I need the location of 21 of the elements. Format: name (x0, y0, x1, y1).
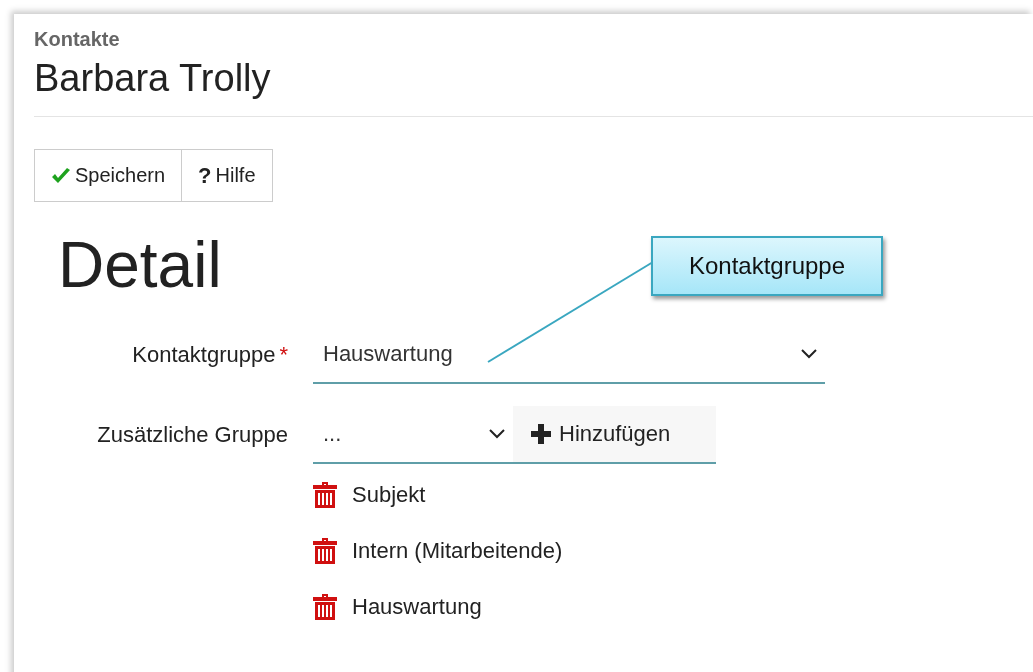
field-label: Kontaktgruppe (132, 342, 276, 368)
trash-icon[interactable] (313, 482, 337, 508)
chevron-down-icon (489, 429, 505, 439)
select-field[interactable]: Hauswartung (313, 326, 825, 384)
chevron-down-icon (801, 349, 817, 359)
section-heading: Detail (58, 228, 222, 302)
required-icon: * (279, 342, 288, 368)
group-name: Hauswartung (352, 594, 482, 620)
group-name: Subjekt (352, 482, 426, 508)
plus-icon (531, 424, 551, 444)
add-button[interactable]: Hinzufügen (513, 406, 716, 464)
group-name: Intern (Mitarbeitende) (352, 538, 563, 564)
breadcrumb: Kontakte (34, 28, 121, 51)
trash-icon[interactable] (313, 594, 337, 620)
help-button[interactable]: ? Hilfe (182, 149, 273, 202)
page-title: Barbara Trolly (34, 57, 272, 100)
callout: Kontaktgruppe (651, 236, 883, 296)
trash-icon[interactable] (313, 538, 337, 564)
field-label: Zusätzliche Gruppe (97, 422, 288, 448)
checkmark-icon (51, 167, 71, 184)
save-button[interactable]: Speichern (34, 149, 183, 202)
